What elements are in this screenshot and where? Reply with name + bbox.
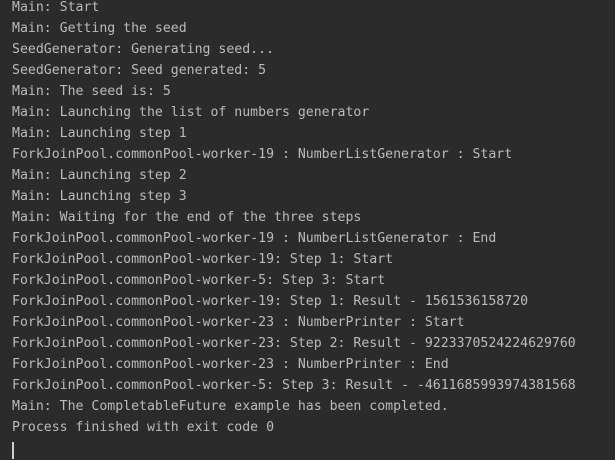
text-cursor [12, 442, 14, 459]
console-line: Process finished with exit code 0 [12, 420, 275, 435]
console-line: Main: Launching the list of numbers gene… [12, 105, 370, 120]
console-output[interactable]: Main: Start Main: Getting the seed SeedG… [0, 0, 615, 460]
console-line: ForkJoinPool.commonPool-worker-19 : Numb… [12, 231, 497, 246]
console-line: ForkJoinPool.commonPool-worker-23: Step … [12, 336, 576, 351]
console-line: Main: Launching step 3 [12, 189, 187, 204]
console-lines: Main: Start Main: Getting the seed SeedG… [12, 0, 615, 459]
console-line: ForkJoinPool.commonPool-worker-5: Step 3… [12, 378, 576, 393]
console-line: Main: Launching step 2 [12, 168, 187, 183]
console-line: ForkJoinPool.commonPool-worker-19: Step … [12, 252, 394, 267]
console-line: Main: The CompletableFuture example has … [12, 399, 449, 414]
console-line: ForkJoinPool.commonPool-worker-23 : Numb… [12, 357, 449, 372]
console-line: Main: The seed is: 5 [12, 84, 171, 99]
console-line: SeedGenerator: Seed generated: 5 [12, 63, 267, 78]
console-line: Main: Waiting for the end of the three s… [12, 210, 362, 225]
console-line: Main: Launching step 1 [12, 126, 187, 141]
console-line: ForkJoinPool.commonPool-worker-5: Step 3… [12, 273, 386, 288]
console-line: ForkJoinPool.commonPool-worker-19 : Numb… [12, 147, 513, 162]
console-line: SeedGenerator: Generating seed... [12, 42, 275, 57]
console-line: Main: Getting the seed [12, 21, 187, 36]
console-line: ForkJoinPool.commonPool-worker-23 : Numb… [12, 315, 465, 330]
console-line: ForkJoinPool.commonPool-worker-19: Step … [12, 294, 529, 309]
console-line: Main: Start [12, 0, 100, 15]
